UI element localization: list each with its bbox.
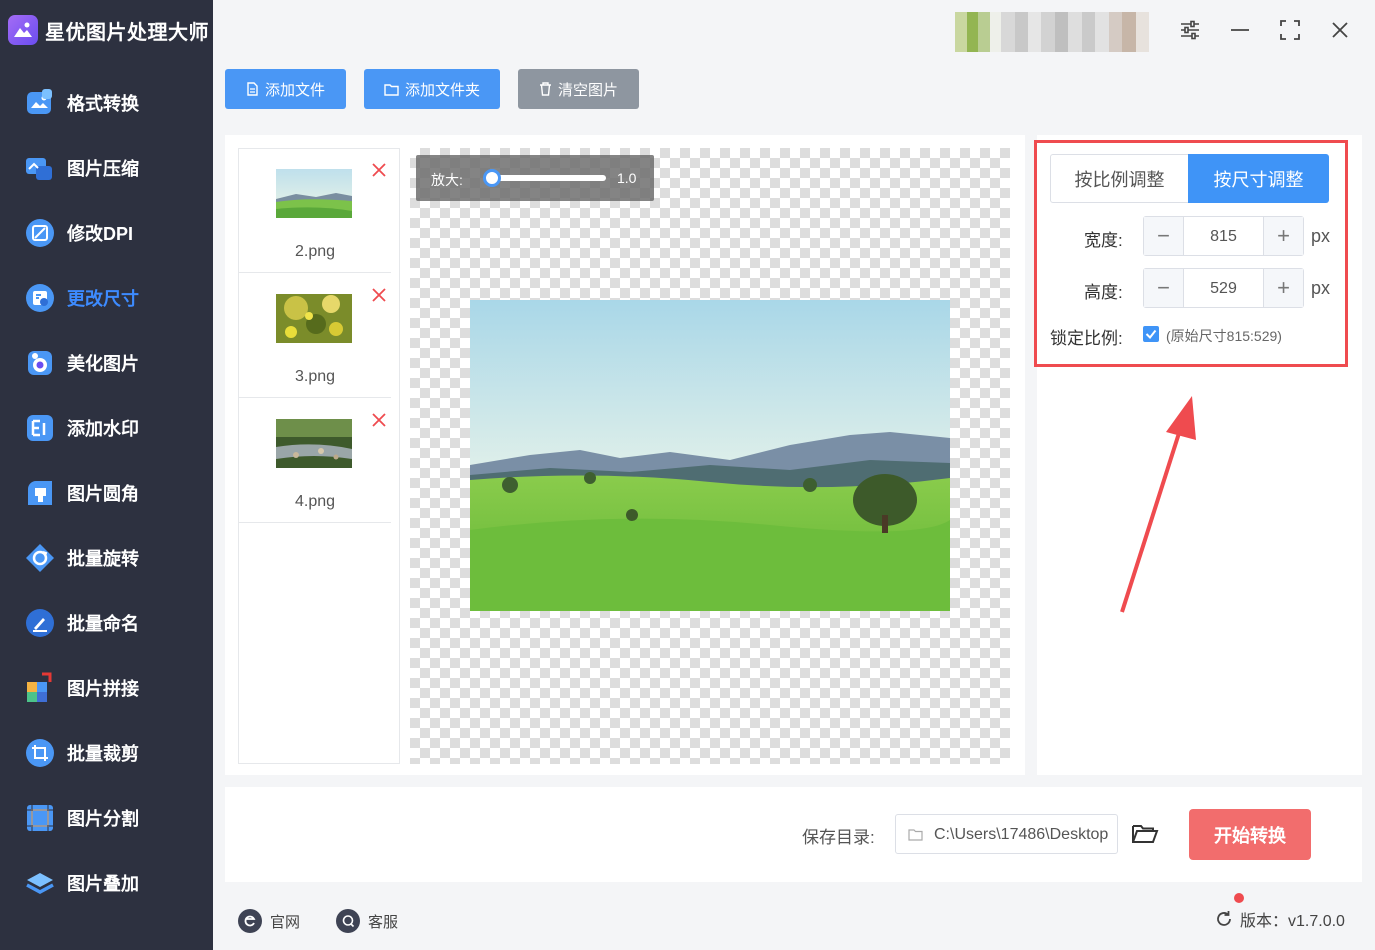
trash-icon	[539, 82, 551, 96]
app-logo-icon	[8, 15, 38, 45]
delete-file-icon[interactable]	[370, 286, 388, 304]
browser-icon	[238, 909, 262, 933]
file-icon	[247, 82, 258, 96]
dpi-icon	[24, 217, 56, 249]
width-input[interactable]: 815	[1184, 228, 1263, 246]
app-title: 星优图片处理大师	[45, 21, 209, 44]
thumbnail-image	[276, 419, 352, 468]
delete-file-icon[interactable]	[370, 411, 388, 429]
sidebar-item-split[interactable]: 图片分割	[0, 793, 213, 843]
zoom-slider-track[interactable]	[484, 175, 606, 181]
chat-icon	[336, 909, 360, 933]
width-stepper[interactable]: − 815 +	[1143, 216, 1304, 256]
compress-icon	[24, 152, 56, 184]
sidebar-item-stitch[interactable]: 图片拼接	[0, 663, 213, 713]
width-label: 宽度:	[1084, 231, 1123, 250]
website-link[interactable]: 官网	[238, 908, 300, 934]
sidebar-item-beautify[interactable]: 美化图片	[0, 338, 213, 388]
format-convert-icon	[24, 87, 56, 119]
sidebar-item-overlay[interactable]: 图片叠加	[0, 858, 213, 908]
settings-sliders-icon[interactable]	[1175, 15, 1205, 45]
zoom-label: 放大:	[431, 172, 463, 188]
save-dir-label: 保存目录:	[802, 828, 875, 847]
update-notification-dot	[1234, 893, 1244, 903]
add-folder-button[interactable]: 添加文件夹	[364, 69, 500, 109]
close-icon[interactable]	[1325, 15, 1355, 45]
user-account-blurred[interactable]	[955, 12, 1150, 52]
round-corner-icon	[24, 477, 56, 509]
resize-icon	[24, 282, 56, 314]
sidebar-item-format-convert[interactable]: 格式转换	[0, 78, 213, 128]
sidebar: 星优图片处理大师 格式转换 图片压缩 修改DPI 更改尺寸 美化图片 添加水印 …	[0, 0, 213, 950]
checkmark-icon	[1145, 329, 1157, 340]
file-list: 2.png 3.png 4.png	[238, 148, 400, 764]
list-item[interactable]: 2.png	[239, 149, 391, 273]
support-link[interactable]: 客服	[336, 908, 398, 934]
sidebar-item-resize[interactable]: 更改尺寸	[0, 273, 213, 323]
save-path-field[interactable]: C:\Users\17486\Desktop	[895, 814, 1118, 854]
height-input[interactable]: 529	[1184, 280, 1263, 298]
overlay-icon	[24, 867, 56, 899]
original-size-text: (原始尺寸815:529)	[1166, 328, 1282, 344]
maximize-icon[interactable]	[1275, 15, 1305, 45]
sidebar-item-rotate[interactable]: 批量旋转	[0, 533, 213, 583]
version-info[interactable]: 版本：v1.7.0.0	[1214, 906, 1345, 932]
preview-image	[470, 300, 950, 611]
split-icon	[24, 802, 56, 834]
height-decrement-button[interactable]: −	[1144, 269, 1184, 307]
width-decrement-button[interactable]: −	[1144, 217, 1184, 255]
refresh-icon	[1217, 911, 1231, 926]
lock-ratio-checkbox[interactable]	[1143, 326, 1159, 342]
width-unit: px	[1311, 226, 1331, 246]
lock-ratio-label: 锁定比例:	[1050, 329, 1123, 348]
add-file-button[interactable]: 添加文件	[225, 69, 346, 109]
list-item[interactable]: 4.png	[239, 399, 391, 523]
rename-icon	[24, 607, 56, 639]
width-increment-button[interactable]: +	[1263, 217, 1303, 255]
tab-scale-by-size[interactable]: 按尺寸调整	[1188, 154, 1329, 203]
thumbnail-image	[276, 169, 352, 218]
folder-icon	[908, 829, 923, 841]
sidebar-item-compress[interactable]: 图片压缩	[0, 143, 213, 193]
beautify-icon	[24, 347, 56, 379]
sidebar-item-crop[interactable]: 批量裁剪	[0, 728, 213, 778]
minimize-icon[interactable]	[1225, 15, 1255, 45]
watermark-icon	[24, 412, 56, 444]
clear-images-button[interactable]: 清空图片	[518, 69, 639, 109]
list-item[interactable]: 3.png	[239, 274, 391, 398]
zoom-control: 放大: 1.0	[416, 155, 654, 201]
start-convert-button[interactable]: 开始转换	[1189, 809, 1311, 860]
stitch-icon	[24, 672, 56, 704]
delete-file-icon[interactable]	[370, 161, 388, 179]
crop-icon	[24, 737, 56, 769]
open-folder-icon[interactable]	[1131, 822, 1159, 846]
height-stepper[interactable]: − 529 +	[1143, 268, 1304, 308]
height-label: 高度:	[1084, 283, 1123, 302]
annotation-arrow-icon	[1120, 396, 1196, 613]
zoom-value: 1.0	[617, 170, 637, 186]
rotate-icon	[24, 542, 56, 574]
sidebar-item-dpi[interactable]: 修改DPI	[0, 208, 213, 258]
sidebar-item-rename[interactable]: 批量命名	[0, 598, 213, 648]
zoom-slider-handle[interactable]	[483, 169, 501, 187]
sidebar-item-watermark[interactable]: 添加水印	[0, 403, 213, 453]
height-unit: px	[1311, 278, 1331, 298]
height-increment-button[interactable]: +	[1263, 269, 1303, 307]
tab-scale-by-ratio[interactable]: 按比例调整	[1050, 154, 1189, 203]
thumbnail-image	[276, 294, 352, 343]
title-bar	[213, 0, 1375, 60]
sidebar-item-round-corner[interactable]: 图片圆角	[0, 468, 213, 518]
folder-icon	[384, 83, 399, 96]
brand: 星优图片处理大师	[8, 12, 209, 48]
